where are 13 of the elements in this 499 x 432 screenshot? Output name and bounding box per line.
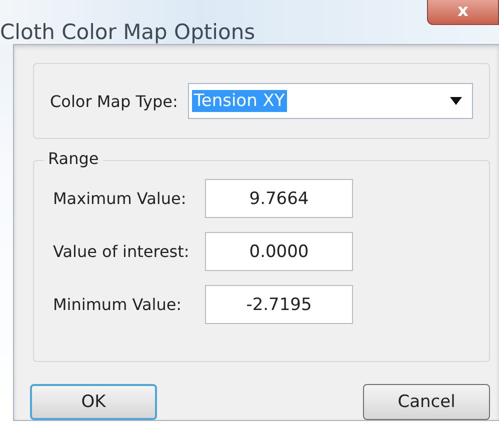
window-title: Cloth Color Map Options — [0, 20, 256, 44]
input-field[interactable]: -2.7195 — [205, 285, 353, 324]
caret-icon — [450, 97, 462, 105]
input-field[interactable]: 9.7664 — [205, 179, 353, 218]
group-title: Range — [44, 149, 103, 168]
field-label: Value of interest: — [53, 242, 190, 261]
field-label: Maximum Value: — [53, 189, 188, 208]
ok-button[interactable]: OK — [30, 384, 157, 420]
input-field[interactable]: 0.0000 — [205, 232, 353, 271]
cancel-button[interactable]: Cancel — [363, 384, 490, 420]
field-label: Color Map Type: — [50, 92, 178, 110]
dropdown-value: Tension XY — [192, 90, 287, 112]
field-label: Minimum Value: — [53, 295, 183, 314]
